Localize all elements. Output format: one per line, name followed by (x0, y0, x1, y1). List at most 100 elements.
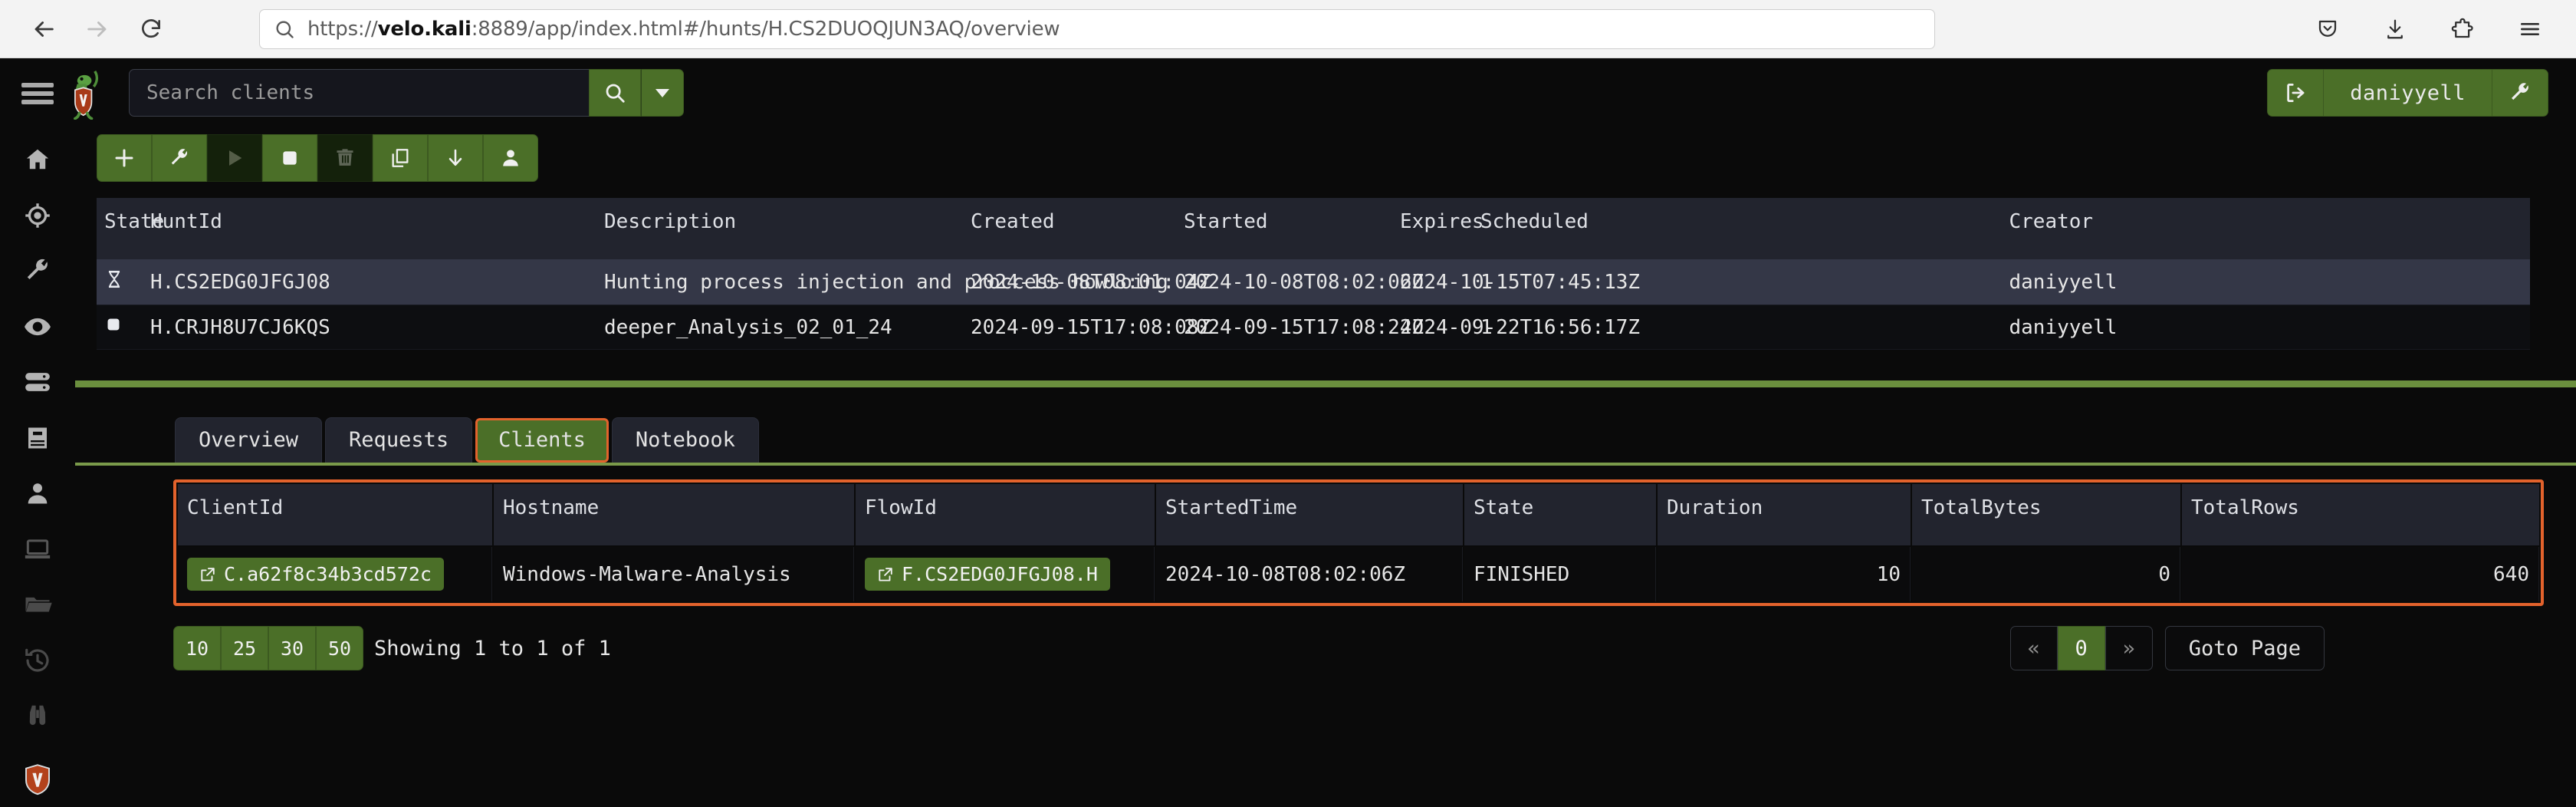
stop-hunt-button[interactable] (262, 134, 317, 182)
flow-id-link[interactable]: F.CS2EDG0JFGJ08.H (865, 558, 1110, 591)
logout-icon (2287, 84, 2305, 102)
table-row[interactable]: H.CRJH8U7CJ6KQS deeper_Analysis_02_01_24… (97, 305, 2530, 350)
sidebar-item-files[interactable] (0, 577, 75, 633)
client-totalbytes-cell: 0 (1912, 547, 2180, 601)
page-size-50[interactable]: 50 (316, 626, 363, 670)
sidebar-item-notebooks[interactable] (0, 410, 75, 466)
sidebar-item-search[interactable] (0, 688, 75, 744)
sidebar-item-clients[interactable] (0, 522, 75, 578)
copy-icon (392, 149, 409, 167)
clients-col-startedtime[interactable]: StartedTime (1156, 484, 1463, 545)
history-icon (25, 648, 49, 672)
crosshair-icon (25, 203, 50, 228)
clients-table: ClientId Hostname FlowId StartedTime Sta… (176, 483, 2541, 603)
page-size-10[interactable]: 10 (173, 626, 221, 670)
external-link-icon (201, 567, 215, 581)
sidebar-item-artifacts[interactable] (0, 243, 75, 299)
client-id-text: C.a62f8c34b3cd572c (224, 563, 432, 585)
hourglass-icon (108, 270, 120, 288)
prev-page-button[interactable]: « (2009, 626, 2058, 670)
panel-resize-divider[interactable] (75, 380, 2576, 387)
pocket-save-icon[interactable] (2312, 14, 2343, 44)
hunt-started-cell: 2024-09-15T17:08:24Z (1176, 305, 1424, 350)
sidebar-item-history[interactable] (0, 633, 75, 689)
search-options-button[interactable] (641, 69, 684, 117)
extensions-icon[interactable] (2447, 14, 2478, 44)
sidebar-item-users[interactable] (0, 466, 75, 522)
download-results-button[interactable] (428, 134, 483, 182)
tab-overview[interactable]: Overview (175, 417, 323, 463)
hunts-col-scheduled[interactable]: Scheduled (1473, 198, 2002, 259)
velociraptor-logo-icon[interactable] (67, 69, 113, 120)
new-hunt-button[interactable] (97, 134, 152, 182)
home-icon (26, 150, 49, 170)
table-row[interactable]: C.a62f8c34b3cd572c Windows-Malware-Analy… (178, 547, 2539, 601)
clients-col-flowid[interactable]: FlowId (856, 484, 1155, 545)
person-icon (503, 150, 518, 166)
external-link-icon (879, 567, 892, 581)
sidebar-item-velociraptor-logo[interactable] (0, 752, 75, 807)
clients-col-clientid[interactable]: ClientId (178, 484, 492, 545)
hunt-started-cell: 2024-10-08T08:02:06Z (1176, 259, 1424, 305)
downloads-icon[interactable] (2380, 14, 2410, 44)
clients-col-hostname[interactable]: Hostname (494, 484, 854, 545)
app-menu-icon[interactable] (2515, 14, 2545, 44)
hunt-description-cell: deeper_Analysis_02_01_24 (596, 305, 964, 350)
sidebar-item-hunts[interactable] (0, 188, 75, 244)
page-size-25[interactable]: 25 (221, 626, 268, 670)
hunt-detail-tabs: Overview Requests Clients Notebook (75, 415, 2576, 463)
current-page-button[interactable]: 0 (2057, 626, 2105, 670)
tab-requests[interactable]: Requests (325, 417, 473, 463)
pagination: « 0 » Goto Page (2009, 626, 2544, 670)
address-bar[interactable]: https://velo.kali:8889/app/index.html#/h… (259, 8, 1935, 49)
tab-clients[interactable]: Clients (475, 418, 609, 463)
copy-hunt-button[interactable] (373, 134, 428, 182)
back-arrow-icon[interactable] (28, 13, 60, 45)
hunts-col-started[interactable]: Started (1176, 198, 1393, 259)
hunts-col-created[interactable]: Created (963, 198, 1177, 259)
address-bar-url: https://velo.kali:8889/app/index.html#/h… (307, 17, 1060, 41)
sidebar-item-server[interactable] (0, 354, 75, 410)
client-id-link[interactable]: C.a62f8c34b3cd572c (187, 558, 444, 591)
search-input[interactable] (129, 69, 589, 117)
add-clients-button[interactable] (483, 134, 538, 182)
username-label[interactable]: daniyyell (2324, 69, 2492, 117)
sidebar-item-home[interactable] (0, 132, 75, 188)
hunts-col-expires[interactable]: Expires (1392, 198, 1484, 259)
clients-col-totalrows[interactable]: TotalRows (2182, 484, 2539, 545)
wrench-icon (27, 259, 48, 280)
hamburger-menu-icon[interactable] (0, 72, 75, 115)
reload-icon[interactable] (135, 13, 167, 45)
main-content: daniyyell (21, 58, 2576, 807)
showing-count-label: Showing 1 to 1 of 1 (374, 636, 611, 660)
client-id-cell: C.a62f8c34b3cd572c (178, 547, 492, 601)
hunts-table-header-row: State HuntId Description Created Started… (97, 198, 2530, 259)
clients-col-totalbytes[interactable]: TotalBytes (1912, 484, 2180, 545)
next-page-button[interactable]: » (2104, 626, 2153, 670)
hunts-col-creator[interactable]: Creator (2001, 198, 2530, 259)
laptop-icon (25, 539, 51, 558)
hunt-created-cell: 2024-09-15T17:08:08Z (963, 305, 1211, 350)
clients-col-duration[interactable]: Duration (1658, 484, 1911, 545)
clients-col-state[interactable]: State (1464, 484, 1656, 545)
goto-page-button[interactable]: Goto Page (2164, 626, 2325, 670)
hunts-col-huntid[interactable]: HuntId (143, 198, 597, 259)
page-size-30[interactable]: 30 (268, 626, 316, 670)
sidebar-item-view[interactable] (0, 299, 75, 355)
user-settings-button[interactable] (2492, 69, 2548, 117)
user-icon (28, 483, 48, 504)
modify-hunt-button[interactable] (152, 134, 207, 182)
binoculars-icon (29, 706, 46, 726)
search-button[interactable] (589, 69, 641, 117)
forward-arrow-icon[interactable] (81, 13, 113, 45)
table-row[interactable]: H.CS2EDG0JFGJ08 Hunting process injectio… (97, 259, 2530, 305)
hunts-col-description[interactable]: Description (596, 198, 964, 259)
run-hunt-button[interactable] (207, 134, 262, 182)
client-hostname-cell: Windows-Malware-Analysis (494, 547, 854, 601)
clients-table-header-row: ClientId Hostname FlowId StartedTime Sta… (178, 484, 2539, 545)
logout-button[interactable] (2267, 69, 2325, 117)
tab-notebook[interactable]: Notebook (611, 417, 759, 463)
download-icon (449, 149, 462, 166)
hunts-col-state[interactable]: State (97, 198, 164, 259)
delete-hunt-button[interactable] (317, 134, 373, 182)
